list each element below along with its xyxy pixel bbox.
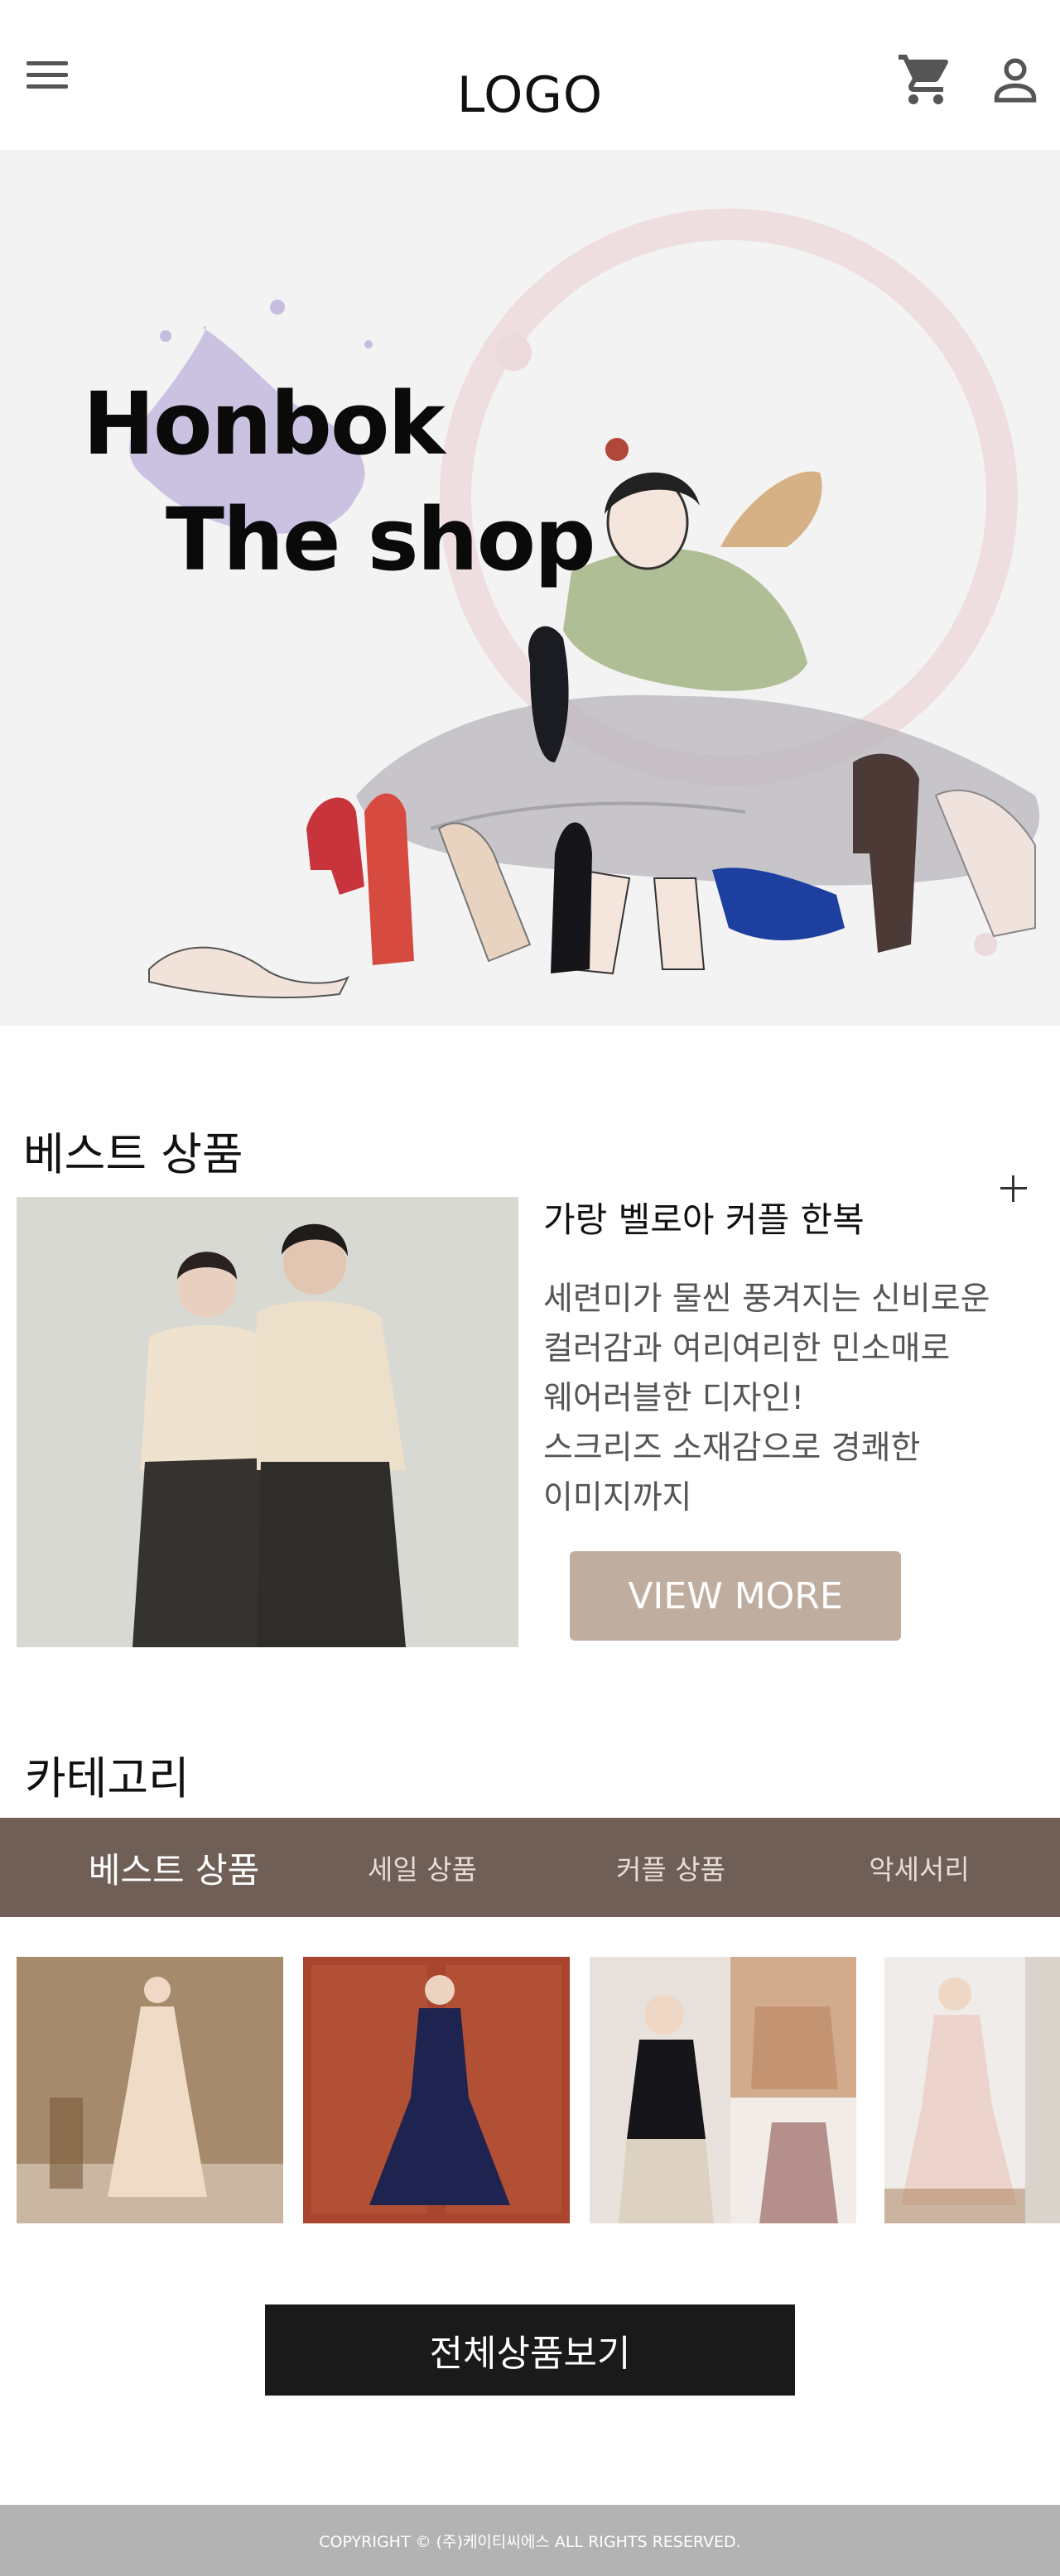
- description-line: 웨어러블한 디자인!: [543, 1380, 805, 1417]
- description-line: 스크리즈 소재감으로 경쾌한: [543, 1430, 921, 1467]
- description-line: 세련미가 물씬 풍겨지는 신비로운: [543, 1281, 990, 1318]
- best-product-name[interactable]: 가랑 벨로아 커플 한복: [543, 1192, 865, 1242]
- tab-accessories[interactable]: 악세서리: [812, 1818, 1027, 1917]
- category-product-list: [0, 1957, 1060, 2223]
- hero-title-line1: Honbok: [83, 373, 446, 474]
- best-product-image[interactable]: [17, 1197, 518, 1647]
- view-all-products-button[interactable]: 전체상품보기: [265, 2304, 795, 2396]
- footer: COPYRIGHT © (주)케이티씨에스 ALL RIGHTS RESERVE…: [0, 2505, 1060, 2576]
- tab-best-products[interactable]: 베스트 상품: [50, 1818, 298, 1917]
- tab-sale-products[interactable]: 세일 상품: [315, 1818, 530, 1917]
- category-product-thumbnail[interactable]: [590, 1957, 856, 2223]
- hero-title-line2: The shop: [166, 489, 596, 590]
- tab-couple-products[interactable]: 커플 상품: [563, 1818, 778, 1917]
- category-tabs: 베스트 상품 세일 상품 커플 상품 악세서리: [0, 1818, 1060, 1917]
- hero-banner: Honbok The shop: [0, 150, 1060, 1026]
- plus-icon[interactable]: [994, 1169, 1034, 1209]
- best-section-title: 베스트 상품: [23, 1128, 243, 1180]
- user-icon[interactable]: [985, 50, 1045, 109]
- category-product-thumbnail[interactable]: [884, 1957, 1060, 2223]
- category-product-thumbnail[interactable]: [303, 1957, 570, 2223]
- copyright-text: COPYRIGHT © (주)케이티씨에스 ALL RIGHTS RESERVE…: [319, 2532, 741, 2551]
- description-line: 이미지까지: [543, 1479, 692, 1516]
- view-more-button[interactable]: VIEW MORE: [570, 1551, 901, 1641]
- category-section-title: 카테고리: [25, 1752, 190, 1805]
- best-product-description: 세련미가 물씬 풍겨지는 신비로운 컬러감과 여리여리한 민소매로 웨어러블한 …: [543, 1275, 1040, 1523]
- description-line: 컬러감과 여리여리한 민소매로: [543, 1330, 951, 1367]
- category-product-thumbnail[interactable]: [17, 1957, 283, 2223]
- cart-icon[interactable]: [896, 50, 956, 109]
- header: LOGO: [0, 0, 1060, 150]
